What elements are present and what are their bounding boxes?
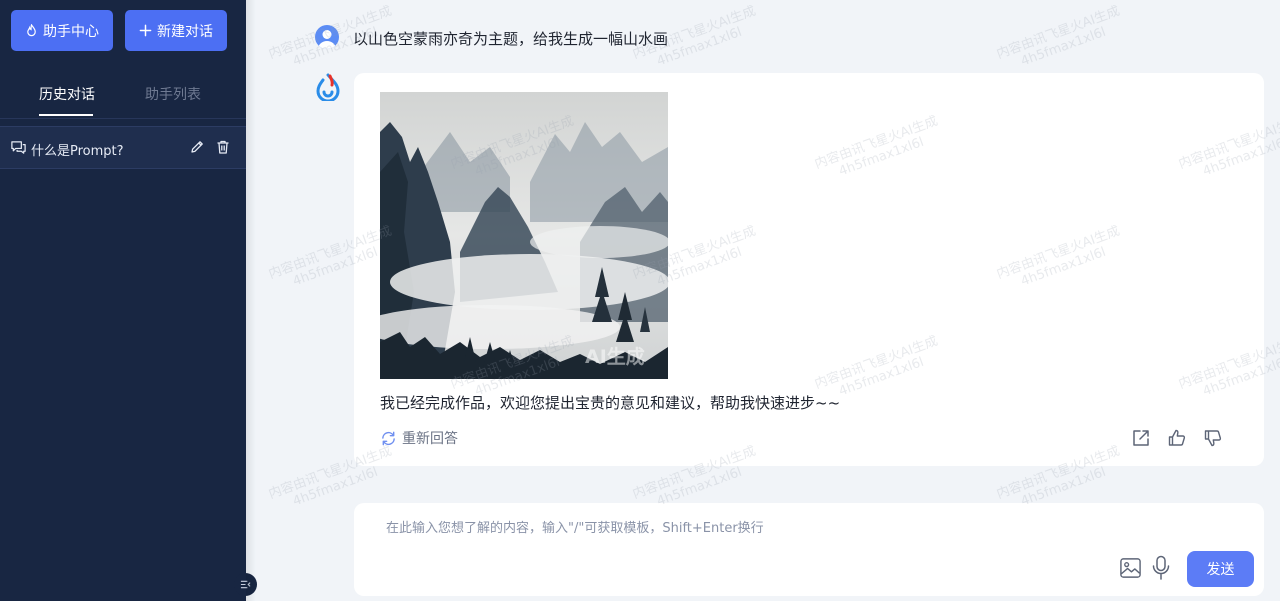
thumbs-down-icon[interactable]	[1203, 428, 1223, 448]
chat-input-placeholder[interactable]: 在此输入您想了解的内容，输入"/"可获取模板，Shift+Enter换行	[386, 517, 764, 536]
bot-answer-text: 我已经完成作品，欢迎您提出宝贵的意见和建议，帮助我快速进步~~	[380, 394, 841, 412]
assistant-icon	[27, 24, 36, 37]
sidebar-shadow	[246, 0, 256, 601]
chat-input-box[interactable]: 在此输入您想了解的内容，输入"/"可获取模板，Shift+Enter换行	[354, 503, 1264, 596]
share-icon[interactable]	[1131, 428, 1151, 448]
send-button[interactable]: 发送	[1187, 551, 1254, 587]
microphone-icon[interactable]	[1152, 555, 1170, 581]
regenerate-button[interactable]: 重新回答	[380, 428, 458, 448]
sidebar: 助手中心 新建对话 历史对话 助手列表 什么是Prompt?	[0, 0, 257, 601]
edit-pencil-icon[interactable]	[189, 139, 205, 155]
ink-landscape-painting	[380, 92, 668, 379]
active-tab-indicator	[39, 114, 93, 116]
tab-history[interactable]: 历史对话	[39, 84, 95, 104]
user-icon	[318, 30, 336, 49]
new-chat-label: 新建对话	[157, 23, 213, 40]
watermark: 内容由讯飞星火AI生成 4h5fmax1xl6l	[994, 3, 1122, 70]
assistant-center-button[interactable]: 助手中心	[11, 10, 113, 51]
assistant-center-label: 助手中心	[43, 23, 99, 40]
spark-logo-icon	[316, 73, 340, 101]
trash-icon[interactable]	[215, 139, 231, 155]
user-message: 以山色空蒙雨亦奇为主题，给我生成一幅山水画	[353, 30, 669, 48]
new-chat-button[interactable]: 新建对话	[125, 10, 227, 51]
conversation-title: 什么是Prompt?	[31, 144, 124, 159]
refresh-icon	[382, 431, 395, 445]
chat-bubbles-icon	[11, 141, 26, 154]
thumbs-up-icon[interactable]	[1167, 428, 1187, 448]
tab-divider	[0, 118, 246, 119]
user-avatar	[315, 25, 339, 49]
image-upload-icon[interactable]	[1119, 556, 1142, 580]
tab-assistant-list[interactable]: 助手列表	[145, 84, 201, 104]
ai-generated-badge: AI生成	[585, 346, 645, 368]
generated-landscape-image[interactable]: AI生成	[380, 92, 668, 379]
plus-icon	[139, 24, 152, 37]
regenerate-label: 重新回答	[402, 431, 458, 447]
conversation-item[interactable]: 什么是Prompt?	[0, 126, 246, 169]
